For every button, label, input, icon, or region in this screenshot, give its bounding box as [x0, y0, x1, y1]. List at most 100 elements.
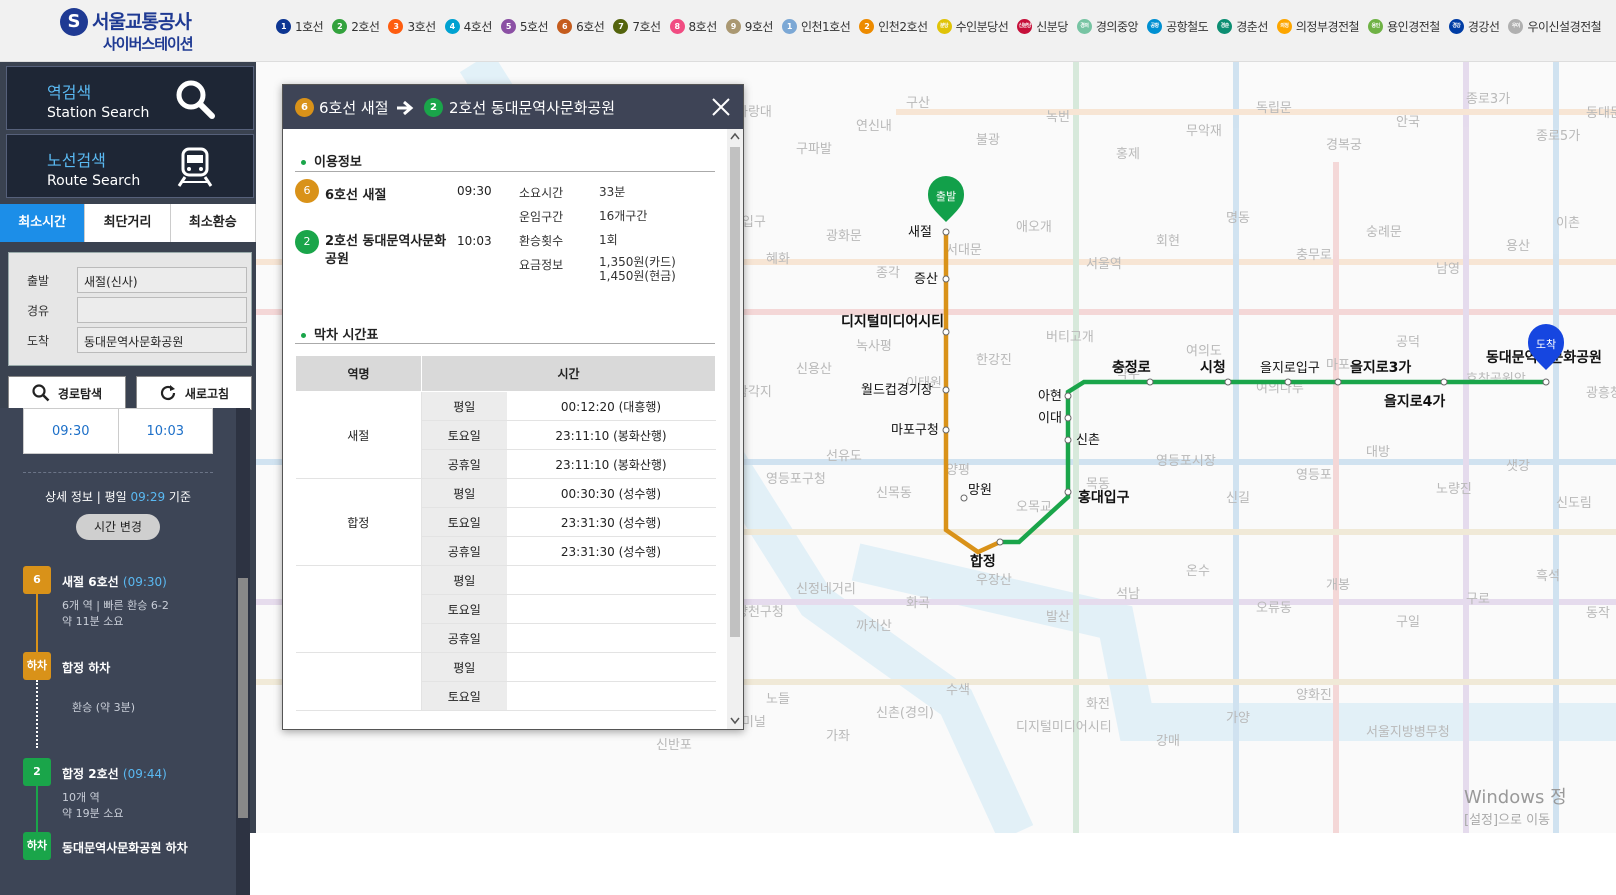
background-station-label[interactable]: 종각: [876, 266, 900, 281]
tab-min-time[interactable]: 최소시간: [0, 204, 86, 242]
route-station-marker[interactable]: [1440, 378, 1448, 386]
background-station-label[interactable]: 신정네거리: [796, 582, 856, 597]
background-station-label[interactable]: 온수: [1186, 564, 1210, 579]
background-station-label[interactable]: 구파발: [796, 142, 832, 157]
background-station-label[interactable]: 샛강: [1506, 459, 1530, 474]
background-station-label[interactable]: 여의도: [1186, 344, 1222, 359]
background-station-label[interactable]: 불광: [976, 133, 1000, 148]
route-station-marker[interactable]: [942, 228, 950, 236]
route-station-label[interactable]: 이대: [1038, 411, 1062, 426]
background-station-label[interactable]: 영등포구청: [766, 472, 826, 487]
route-station-marker[interactable]: [942, 426, 950, 434]
line-item[interactable]: 5 5호선: [500, 18, 549, 35]
background-station-label[interactable]: 까치산: [856, 619, 892, 634]
refresh-button[interactable]: 새로고침: [136, 376, 252, 410]
background-station-label[interactable]: 버티고개: [1046, 330, 1094, 345]
route-station-label[interactable]: 시청: [1200, 360, 1226, 376]
line-item[interactable]: 1 1호선: [276, 18, 324, 35]
background-station-label[interactable]: 혜화: [766, 252, 790, 267]
background-station-label[interactable]: 경복궁: [1326, 138, 1362, 153]
background-station-label[interactable]: 우장산: [976, 573, 1012, 588]
tab-min-distance[interactable]: 최단거리: [85, 204, 171, 242]
background-station-label[interactable]: 구로: [1466, 592, 1490, 607]
route-station-marker[interactable]: [1064, 414, 1072, 422]
route-station-label[interactable]: 월드컵경기장: [861, 383, 933, 398]
seoul-metro-logo[interactable]: S 서울교통공사 사이버스테이션: [58, 6, 218, 56]
background-station-label[interactable]: 수색: [946, 683, 970, 698]
line-item[interactable]: 우이 우이신설경전철: [1508, 18, 1602, 35]
background-station-label[interactable]: 영등포시장: [1156, 454, 1216, 469]
dest-input[interactable]: 동대문역사문화공원: [77, 327, 247, 353]
line-item[interactable]: 3 3호선: [388, 18, 436, 35]
background-station-label[interactable]: 종로5가: [1536, 129, 1580, 144]
route-station-label[interactable]: 홍대입구: [1078, 489, 1130, 506]
start-pin[interactable]: 출발: [928, 176, 964, 222]
background-station-label[interactable]: 강매: [1156, 734, 1180, 749]
route-search-submit-button[interactable]: 경로탐색: [8, 376, 126, 410]
route-station-label[interactable]: 을지로4가: [1384, 394, 1445, 410]
background-station-label[interactable]: 구산: [906, 96, 930, 111]
line-item[interactable]: 8 8호선: [669, 18, 717, 35]
background-station-label[interactable]: 디지털미디어시티: [1016, 720, 1112, 735]
background-station-label[interactable]: 녹사평: [856, 339, 892, 354]
background-station-label[interactable]: 마포: [1326, 358, 1350, 373]
background-station-label[interactable]: 독립문: [1256, 101, 1292, 116]
background-station-label[interactable]: 신목동: [876, 486, 912, 501]
background-station-label[interactable]: 명동: [1226, 211, 1250, 226]
route-station-marker[interactable]: [996, 538, 1004, 546]
route-station-label[interactable]: 새절: [908, 225, 932, 240]
background-station-label[interactable]: 녹번: [1046, 110, 1070, 125]
line-item[interactable]: 의정 의정부경전철: [1276, 18, 1360, 35]
route-station-label[interactable]: 디지털미디어시티: [841, 313, 944, 330]
background-station-label[interactable]: 오목교: [1016, 500, 1052, 515]
background-station-label[interactable]: 공덕: [1396, 335, 1420, 350]
line-item[interactable]: 1 인천1호선: [781, 18, 851, 35]
line-item[interactable]: 9 9호선: [725, 18, 773, 35]
background-station-label[interactable]: 한강진: [976, 353, 1012, 368]
route-station-marker[interactable]: [1064, 392, 1072, 400]
popup-scrollbar[interactable]: [727, 129, 743, 729]
background-station-label[interactable]: 양화진: [1296, 688, 1332, 703]
line-item[interactable]: 2 2호선: [332, 18, 380, 35]
background-station-label[interactable]: 동대문: [1586, 106, 1616, 121]
background-station-label[interactable]: 화전: [1086, 697, 1110, 712]
line-item[interactable]: 경강 경강선: [1448, 18, 1500, 35]
tab-min-transfer[interactable]: 최소환승: [170, 204, 256, 242]
background-station-label[interactable]: 동작: [1586, 606, 1610, 621]
line-item[interactable]: 공항 공항철도: [1147, 18, 1209, 35]
route-station-marker[interactable]: [1542, 378, 1550, 386]
route-station-label[interactable]: 충정로: [1112, 359, 1151, 376]
route-station-marker[interactable]: [960, 494, 968, 502]
background-station-label[interactable]: 이촌: [1556, 216, 1580, 231]
background-station-label[interactable]: 선유도: [826, 449, 862, 464]
background-station-label[interactable]: 석남: [1116, 587, 1140, 602]
background-station-label[interactable]: 화곡: [906, 596, 930, 611]
scroll-up-icon[interactable]: [730, 132, 740, 140]
route-station-marker[interactable]: [1146, 378, 1154, 386]
line-item[interactable]: 경춘 경춘선: [1217, 18, 1268, 35]
background-station-label[interactable]: 홍제: [1116, 147, 1140, 162]
background-station-label[interactable]: 종로3가: [1466, 92, 1510, 107]
line-item[interactable]: 2 인천2호선: [859, 18, 928, 35]
close-icon[interactable]: [711, 97, 731, 117]
line-item[interactable]: 경의 경의중앙: [1076, 18, 1139, 35]
background-station-label[interactable]: 가좌: [826, 729, 850, 744]
background-station-label[interactable]: 신반포: [656, 738, 692, 753]
route-station-label[interactable]: 아현: [1038, 389, 1062, 404]
background-station-label[interactable]: 구일: [1396, 615, 1420, 630]
route-station-marker[interactable]: [942, 275, 950, 283]
route-station-marker[interactable]: [1064, 488, 1072, 496]
background-station-label[interactable]: 애오개: [1016, 220, 1052, 235]
background-station-label[interactable]: 광화문: [826, 229, 862, 244]
line-item[interactable]: 분당 수인분당선: [936, 18, 1009, 35]
route-station-marker[interactable]: [1224, 378, 1232, 386]
route-station-label[interactable]: 마포구청: [891, 423, 939, 438]
background-station-label[interactable]: 가양: [1226, 711, 1250, 726]
popup-scroll-thumb[interactable]: [730, 147, 740, 637]
scrollbar-thumb[interactable]: [238, 578, 248, 818]
background-station-label[interactable]: 양평: [946, 463, 970, 478]
line-item[interactable]: 신분당 신분당: [1017, 18, 1068, 35]
background-station-label[interactable]: 발산: [1046, 610, 1070, 625]
background-station-label[interactable]: 신촌(경의): [876, 706, 934, 721]
background-station-label[interactable]: 서대문: [946, 243, 982, 258]
